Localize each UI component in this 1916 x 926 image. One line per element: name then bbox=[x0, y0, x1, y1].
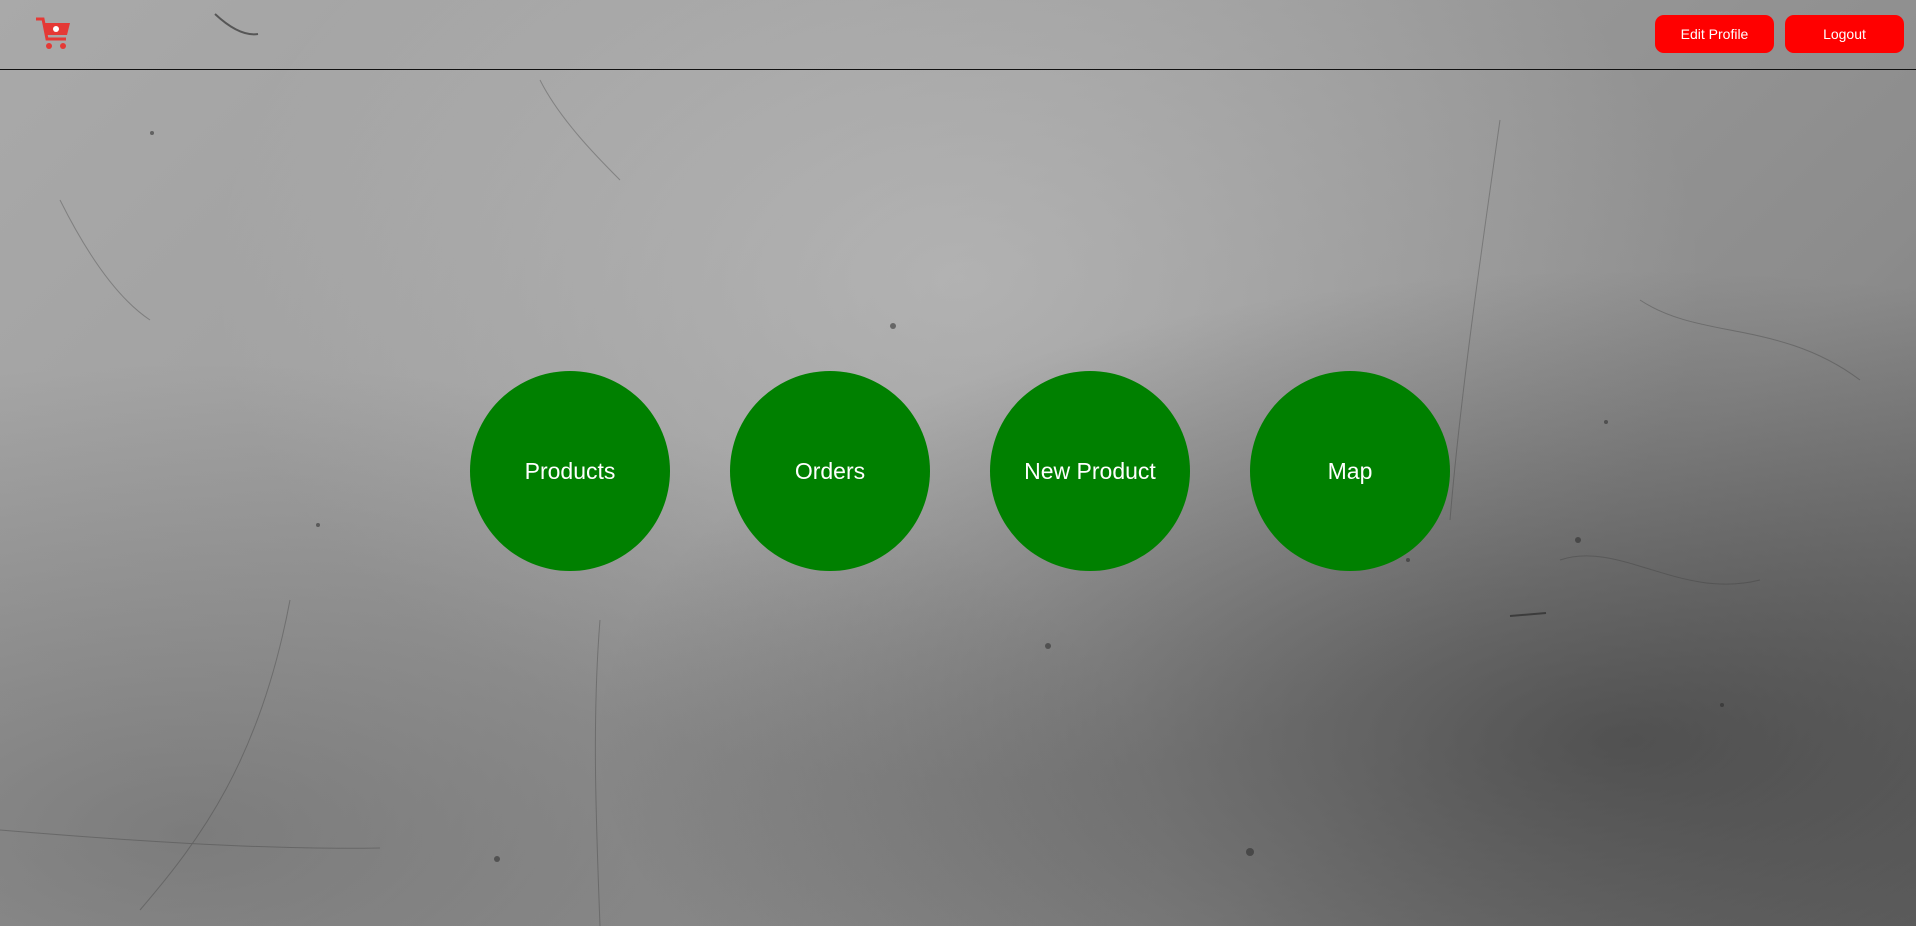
edit-profile-button[interactable]: Edit Profile bbox=[1655, 15, 1774, 53]
concrete-texture-background bbox=[0, 13, 1861, 926]
map-circle-button[interactable]: Map bbox=[1250, 371, 1450, 571]
top-header: Edit Profile Logout bbox=[0, 0, 1916, 70]
logout-button[interactable]: Logout bbox=[1785, 15, 1904, 53]
new-product-circle-button[interactable]: New Product bbox=[990, 371, 1190, 571]
shopping-cart-icon[interactable] bbox=[34, 13, 74, 53]
orders-circle-button[interactable]: Orders bbox=[730, 371, 930, 571]
products-circle-button[interactable]: Products bbox=[470, 371, 670, 571]
